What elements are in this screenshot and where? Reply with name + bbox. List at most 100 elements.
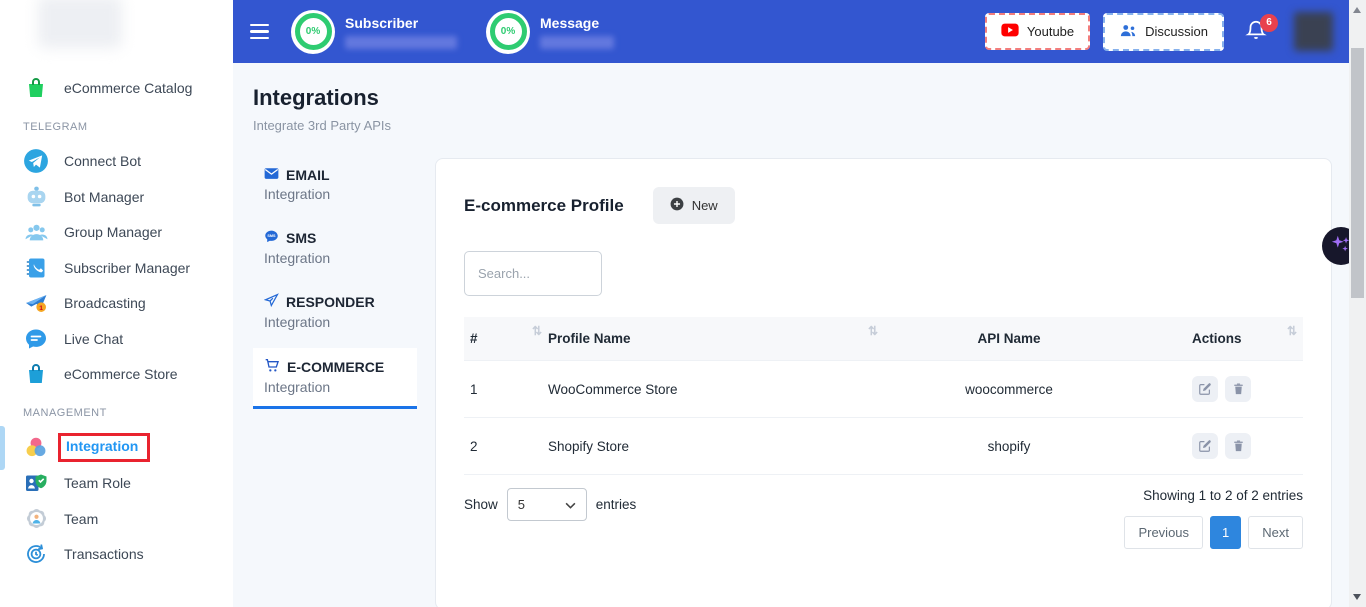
delete-button[interactable] [1225,433,1251,459]
row-index: 1 [464,361,548,418]
profiles-table: #⇅ Profile Name⇅ API Name Actions⇅ 1 Woo… [464,317,1303,475]
column-header-profile-name[interactable]: Profile Name⇅ [548,317,884,361]
scroll-up-arrow[interactable] [1353,7,1361,13]
tab-title: RESPONDER [286,294,375,310]
sidebar-section-telegram: TELEGRAM [0,110,233,144]
row-api-name: woocommerce [884,361,1136,418]
ecommerce-profile-card: E-commerce Profile New #⇅ Profile Name⇅ … [435,158,1332,607]
new-button-label: New [692,198,718,213]
sidebar-item-broadcasting[interactable]: 1 Broadcasting [0,286,233,322]
sidebar: eCommerce Catalog TELEGRAM Connect Bot B… [0,0,233,607]
notification-bell-icon[interactable]: 6 [1245,18,1267,46]
row-index: 2 [464,418,548,475]
sidebar-item-label: Bot Manager [64,189,144,205]
sidebar-item-subscriber-manager[interactable]: Subscriber Manager [0,250,233,286]
search-input[interactable] [464,251,602,296]
notification-count-badge: 6 [1260,14,1278,32]
gear-person-icon [23,506,49,532]
broadcast-plane-icon: 1 [23,290,49,316]
id-badge-shield-icon [23,470,49,496]
sidebar-item-live-chat[interactable]: Live Chat [0,321,233,357]
app-logo [38,0,122,48]
pagination: Previous 1 Next [1124,516,1303,549]
shopping-bag-green-icon [23,75,49,101]
discussion-button[interactable]: Discussion [1103,13,1224,51]
previous-page-button[interactable]: Previous [1124,516,1203,549]
edit-button[interactable] [1192,376,1218,402]
message-label: Message [540,15,614,31]
table-row: 2 Shopify Store shopify [464,418,1303,475]
edit-button[interactable] [1192,433,1218,459]
scrollbar-thumb[interactable] [1351,48,1364,298]
sidebar-item-bot-manager[interactable]: Bot Manager [0,179,233,215]
sidebar-item-label: Live Chat [64,331,123,347]
tab-responder-integration[interactable]: RESPONDER Integration [253,284,417,341]
sidebar-item-label: Subscriber Manager [64,260,190,276]
next-page-button[interactable]: Next [1248,516,1303,549]
user-avatar[interactable] [1294,12,1333,51]
sidebar-item-connect-bot[interactable]: Connect Bot [0,144,233,180]
history-clock-icon [23,541,49,567]
panel-title: E-commerce Profile [464,196,624,216]
message-progress-ring: 0% [486,10,530,54]
page-1-button[interactable]: 1 [1210,516,1241,549]
sidebar-item-label: Integration [66,438,138,454]
active-indicator-bar [0,426,5,470]
tab-title: SMS [286,230,316,246]
sidebar-item-label: Broadcasting [64,295,146,311]
page-size-value: 5 [518,497,525,512]
row-profile-name: WooCommerce Store [548,361,884,418]
sidebar-item-team-role[interactable]: Team Role [0,466,233,502]
plus-circle-icon [670,197,684,214]
sort-icon[interactable]: ⇅ [532,324,542,338]
youtube-button[interactable]: Youtube [985,13,1090,50]
column-header-actions[interactable]: Actions⇅ [1136,317,1303,361]
youtube-icon [1001,23,1019,40]
tab-ecommerce-integration[interactable]: E-COMMERCE Integration [253,348,417,409]
sidebar-item-transactions[interactable]: Transactions [0,537,233,573]
sidebar-item-group-manager[interactable]: Group Manager [0,215,233,251]
svg-text:SMS: SMS [267,234,276,238]
discussion-people-icon [1119,23,1137,41]
annotation-highlight-box: Integration [58,433,150,462]
sidebar-item-ecommerce-catalog[interactable]: eCommerce Catalog [0,70,233,106]
sidebar-item-label: Team [64,511,98,527]
sidebar-item-label: eCommerce Catalog [64,80,192,96]
column-header-index[interactable]: #⇅ [464,317,548,361]
sort-icon[interactable]: ⇅ [1287,324,1297,338]
youtube-button-label: Youtube [1027,24,1074,39]
page-scrollbar[interactable] [1349,0,1366,607]
integration-subnav: EMAIL Integration SMS SMS Integration [253,158,417,416]
contact-book-icon [23,255,49,281]
sidebar-item-ecommerce-store[interactable]: eCommerce Store [0,357,233,393]
sidebar-item-label: Connect Bot [64,153,141,169]
telegram-icon [23,148,49,174]
robot-icon [23,184,49,210]
sidebar-item-label: Group Manager [64,224,162,240]
shopping-cart-icon [264,357,280,376]
sms-bubble-icon: SMS [264,229,279,247]
tab-subtitle: Integration [264,186,417,202]
sidebar-item-integration[interactable]: Integration [0,430,233,466]
page-subtitle: Integrate 3rd Party APIs [253,118,1349,133]
shopping-bag-blue-icon [23,361,49,387]
message-percent: 0% [501,26,515,37]
subscriber-stat: 0% Subscriber [291,10,457,54]
menu-toggle-icon[interactable] [250,24,269,39]
new-profile-button[interactable]: New [653,187,735,224]
tab-subtitle: Integration [264,250,417,266]
tab-email-integration[interactable]: EMAIL Integration [253,158,417,213]
sort-icon[interactable]: ⇅ [868,324,878,338]
column-header-api-name[interactable]: API Name [884,317,1136,361]
discussion-button-label: Discussion [1145,24,1208,39]
sidebar-item-team[interactable]: Team [0,501,233,537]
scroll-down-arrow[interactable] [1353,594,1361,600]
tab-subtitle: Integration [264,379,417,395]
sidebar-item-label: Transactions [64,546,144,562]
delete-button[interactable] [1225,376,1251,402]
color-circles-icon [23,435,49,461]
tab-sms-integration[interactable]: SMS SMS Integration [253,220,417,277]
tab-title: EMAIL [286,167,330,183]
envelope-icon [264,167,279,183]
page-size-select[interactable]: 5 [507,488,587,521]
